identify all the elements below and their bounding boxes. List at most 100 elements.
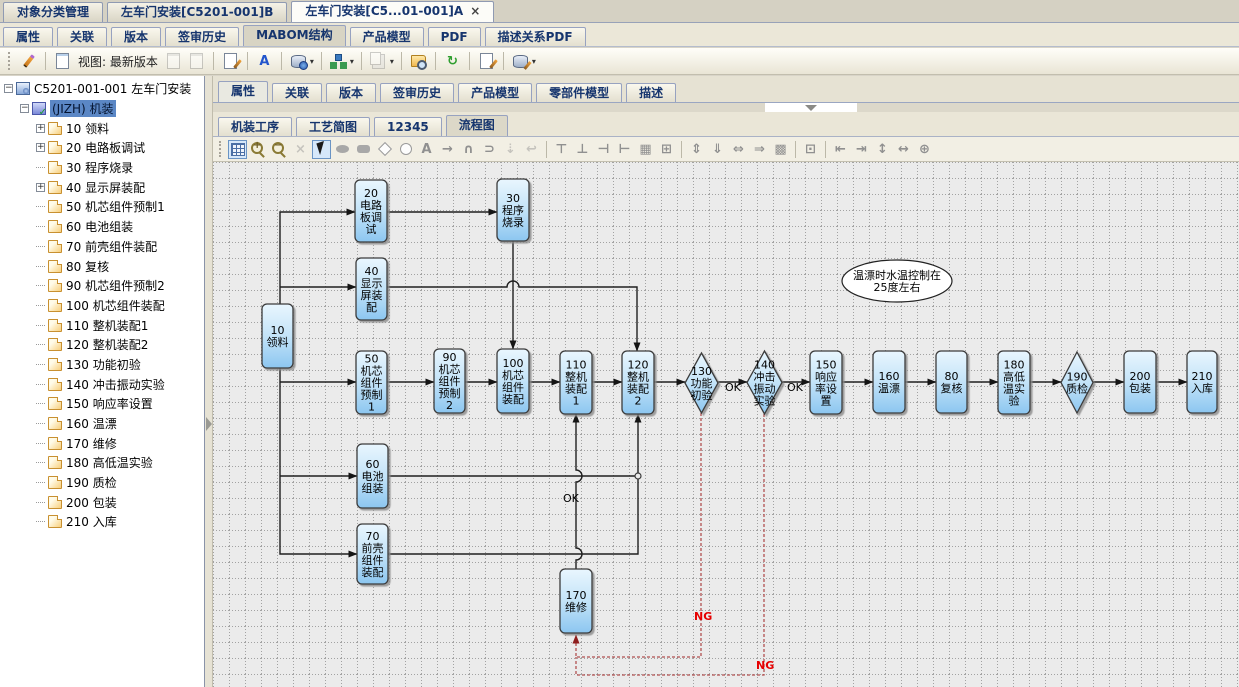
splitter-collapse-icon[interactable]	[206, 417, 212, 431]
expand-all-icon[interactable]	[915, 140, 934, 159]
flow-node-20[interactable]: 20电路板调试	[355, 180, 387, 242]
panel-tab-4[interactable]: 签审历史	[380, 83, 454, 102]
tree-expander-icon[interactable]: +	[36, 183, 45, 192]
view-tab-4[interactable]: 流程图	[446, 115, 508, 136]
tree-item-19[interactable]: 190 质检	[0, 473, 204, 493]
flow-node-60[interactable]: 60电池组装	[357, 444, 388, 508]
structure-tree-icon[interactable]	[329, 52, 348, 71]
ribbon-tab-1[interactable]: 属性	[3, 27, 53, 46]
flow-node-120[interactable]: 120整机装配2	[622, 351, 654, 414]
tree-item-5[interactable]: 50 机芯组件预制1	[0, 197, 204, 217]
tree-item-1[interactable]: +10 领料	[0, 118, 204, 138]
tree-item-10[interactable]: 100 机芯组件装配	[0, 296, 204, 316]
tree-item-15[interactable]: 150 响应率设置	[0, 394, 204, 414]
collapse-handle[interactable]	[765, 103, 857, 112]
database-globe-icon[interactable]	[289, 52, 308, 71]
tree-root[interactable]: −C5201-001-001 左车门安装	[0, 79, 204, 99]
tree-splitter[interactable]	[205, 76, 213, 687]
tree-item-9[interactable]: 90 机芯组件预制2	[0, 276, 204, 296]
ribbon-tab-4[interactable]: 签审历史	[165, 27, 239, 46]
tree-item-3[interactable]: 30 程序烧录	[0, 158, 204, 178]
flow-canvas[interactable]: 10领料 20电路板调试 30程序烧录 40显示屏装配 50机芯组件预制1 90机芯组件预…	[213, 162, 1239, 687]
dropdown-arrow-icon[interactable]: ▾	[310, 57, 314, 66]
flow-node-110[interactable]: 110整机装配1	[560, 351, 592, 414]
flow-node-210[interactable]: 210入库	[1187, 351, 1217, 413]
tree-expander-icon[interactable]: +	[36, 124, 45, 133]
snap-grid-icon[interactable]	[771, 140, 790, 159]
tree-item-20[interactable]: 200 包装	[0, 492, 204, 512]
zoom-in-icon[interactable]	[249, 140, 268, 159]
connector-back-icon[interactable]	[522, 140, 541, 159]
fit-selection-icon[interactable]	[801, 140, 820, 159]
flow-node-70[interactable]: 70前壳组件装配	[357, 524, 388, 584]
document-tab-2[interactable]: 左车门安装[C5201-001]B	[107, 2, 287, 22]
flow-node-10[interactable]: 10领料	[262, 304, 293, 368]
flow-node-30[interactable]: 30程序烧录	[497, 179, 529, 241]
view-selector[interactable]: 视图: 最新版本	[76, 53, 160, 70]
close-tab-icon[interactable]: ×	[470, 2, 480, 22]
flow-note[interactable]: 温漂时水温控制在25度左右	[842, 260, 952, 302]
tree-expander-icon[interactable]: −	[20, 104, 29, 113]
ribbon-tab-8[interactable]: 描述关系PDF	[485, 27, 586, 46]
connector-arrow-icon[interactable]	[438, 140, 457, 159]
shrink-width-icon[interactable]	[831, 140, 850, 159]
zoom-out-icon[interactable]	[270, 140, 289, 159]
tree-item-12[interactable]: 120 整机装配2	[0, 335, 204, 355]
folder-search-icon[interactable]	[409, 52, 428, 71]
dropdown-arrow-icon[interactable]: ▾	[390, 57, 394, 66]
flow-node-200[interactable]: 200包装	[1124, 351, 1156, 413]
tree-item-16[interactable]: 160 温漂	[0, 414, 204, 434]
align-center-icon[interactable]	[657, 140, 676, 159]
document-tab-1[interactable]: 对象分类管理	[3, 2, 103, 22]
squeeze-vertical-icon[interactable]	[708, 140, 727, 159]
shrink-height-icon[interactable]	[894, 140, 913, 159]
flow-node-50[interactable]: 50机芯组件预制1	[356, 351, 387, 414]
document-tab-3[interactable]: 左车门安装[C5...01-001]A×	[291, 1, 494, 22]
tree-item-7[interactable]: 70 前壳组件装配	[0, 237, 204, 257]
view-document-icon[interactable]	[53, 52, 72, 71]
flow-node-100[interactable]: 100机芯组件装配	[497, 349, 529, 413]
dropdown-arrow-icon[interactable]: ▾	[532, 57, 536, 66]
shape-text-icon[interactable]	[417, 140, 436, 159]
flow-node-170[interactable]: 170维修	[560, 569, 592, 633]
align-right-icon[interactable]	[615, 140, 634, 159]
tree-item-17[interactable]: 170 维修	[0, 433, 204, 453]
view-tab-2[interactable]: 工艺简图	[296, 117, 370, 136]
same-size-icon[interactable]	[636, 140, 655, 159]
flow-node-90[interactable]: 90机芯组件预制2	[434, 349, 465, 413]
delete-icon[interactable]	[291, 140, 310, 159]
panel-tab-7[interactable]: 描述	[626, 83, 676, 102]
grid-view-icon[interactable]	[228, 140, 247, 159]
align-top-icon[interactable]	[552, 140, 571, 159]
flow-node-160[interactable]: 160温漂	[873, 351, 905, 413]
tree-item-8[interactable]: 80 复核	[0, 256, 204, 276]
pointer-icon[interactable]	[312, 140, 331, 159]
ribbon-tab-7[interactable]: PDF	[428, 27, 481, 46]
tree-item-18[interactable]: 180 高低温实验	[0, 453, 204, 473]
tree-item-2[interactable]: +20 电路板调试	[0, 138, 204, 158]
squeeze-horizontal-icon[interactable]	[750, 140, 769, 159]
ribbon-tab-2[interactable]: 关联	[57, 27, 107, 46]
tree-item-21[interactable]: 210 入库	[0, 512, 204, 532]
document-edit-2-icon[interactable]	[477, 52, 496, 71]
tree-expander-icon[interactable]: −	[4, 84, 13, 93]
tree-item-4[interactable]: +40 显示屏装配	[0, 177, 204, 197]
align-left-icon[interactable]	[594, 140, 613, 159]
space-vertical-icon[interactable]	[687, 140, 706, 159]
align-bottom-icon[interactable]	[573, 140, 592, 159]
ribbon-tab-5[interactable]: MABOM结构	[243, 25, 346, 46]
tree-item-13[interactable]: 130 功能初验	[0, 355, 204, 375]
tree-group[interactable]: −(JIZH) 机装	[0, 99, 204, 119]
shape-roundrect-icon[interactable]	[354, 140, 373, 159]
font-icon[interactable]: A	[255, 52, 274, 71]
connector-loop-icon[interactable]	[459, 140, 478, 159]
panel-tab-6[interactable]: 零部件模型	[536, 83, 622, 102]
tree-item-14[interactable]: 140 冲击振动实验	[0, 374, 204, 394]
panel-tab-1[interactable]: 属性	[218, 81, 268, 102]
panel-tab-5[interactable]: 产品模型	[458, 83, 532, 102]
grow-width-icon[interactable]	[852, 140, 871, 159]
connector-curve-icon[interactable]	[480, 140, 499, 159]
flow-node-180[interactable]: 180高低温实验	[998, 351, 1030, 414]
flow-node-40[interactable]: 40显示屏装配	[356, 258, 387, 320]
panel-tab-2[interactable]: 关联	[272, 83, 322, 102]
